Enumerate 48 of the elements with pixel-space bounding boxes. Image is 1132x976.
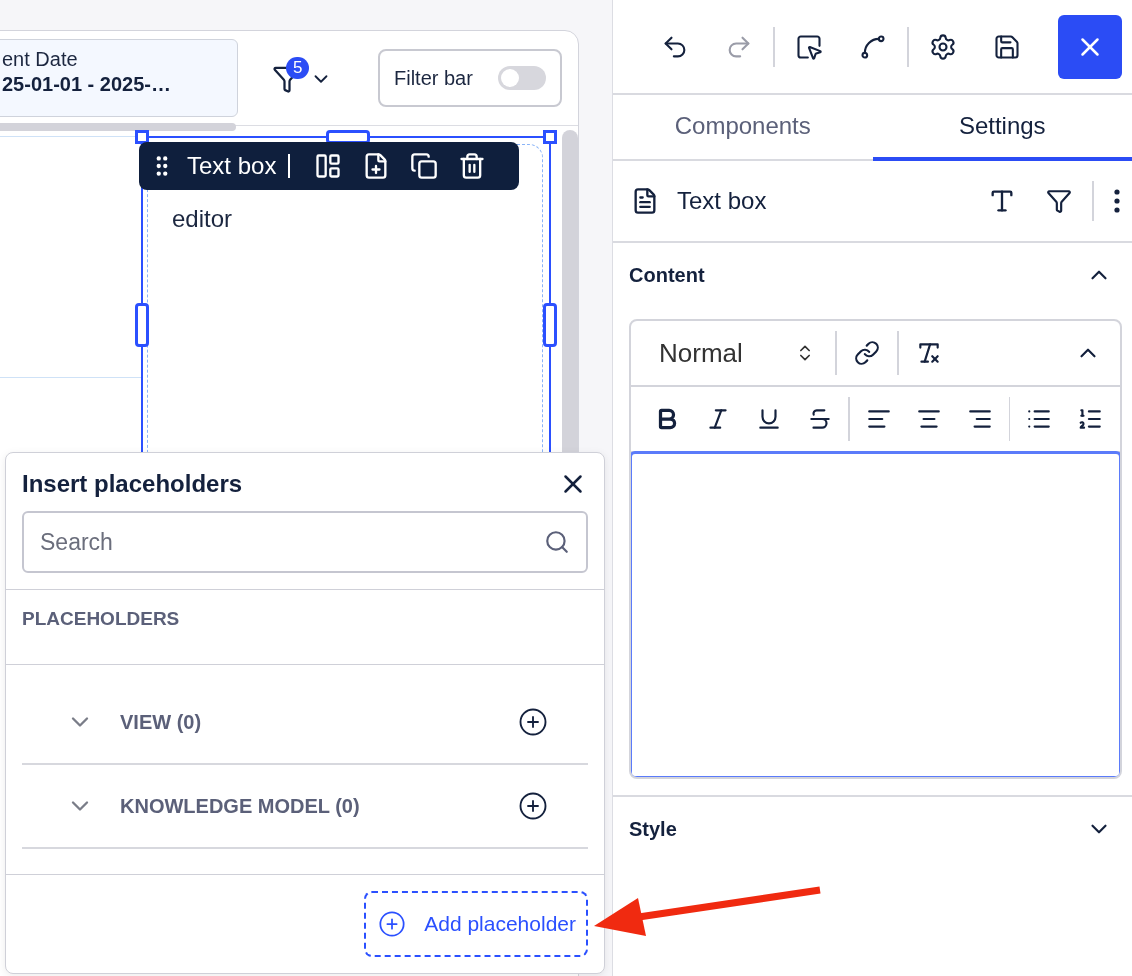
text-input-area[interactable] xyxy=(631,451,1120,777)
panel-tab[interactable]: Components xyxy=(613,95,873,161)
add-circle-button[interactable] xyxy=(518,707,548,737)
count-badge: 5 xyxy=(286,57,310,79)
search-field[interactable]: Search xyxy=(22,511,588,573)
filter-bar-label: Filter bar xyxy=(394,66,473,90)
add-placeholder-button[interactable]: Add placeholder xyxy=(364,891,588,957)
filter-button[interactable] xyxy=(1046,188,1072,214)
resize-handle[interactable] xyxy=(135,130,149,144)
format-select[interactable]: Normal xyxy=(645,331,829,375)
date-filter[interactable]: ent Date 25-01-01 - 2025-… xyxy=(0,39,238,117)
add-circle-button[interactable] xyxy=(518,791,548,821)
component-title: Text box xyxy=(677,187,768,215)
toggle-switch[interactable] xyxy=(498,66,546,90)
cursor-screen-icon xyxy=(795,32,823,61)
section-title[interactable]: Content xyxy=(629,263,705,287)
search-icon xyxy=(544,529,570,555)
link-icon xyxy=(854,340,880,366)
panel-tab[interactable]: Settings xyxy=(872,95,1132,161)
plus-circle-icon xyxy=(378,910,407,938)
resize-handle[interactable] xyxy=(543,130,557,144)
curve-icon xyxy=(859,32,887,61)
group-label[interactable]: KNOWLEDGE MODEL (0) xyxy=(120,794,492,818)
copy-icon xyxy=(410,152,439,180)
filter-button[interactable]: 5 xyxy=(272,59,332,99)
resize-handle[interactable] xyxy=(543,303,557,347)
date-filter-label: ent Date xyxy=(2,48,79,71)
save-icon xyxy=(993,32,1021,61)
group-label[interactable]: VIEW (0) xyxy=(120,710,492,734)
section-label: PLACEHOLDERS xyxy=(22,608,180,629)
resize-handle[interactable] xyxy=(135,303,149,347)
text-box-text: editor xyxy=(172,205,233,232)
copy-button[interactable] xyxy=(410,152,439,180)
dialog-title: Insert placeholders xyxy=(22,470,243,498)
horizontal-scrollbar[interactable] xyxy=(0,123,236,131)
settings-icon xyxy=(929,32,957,61)
add-layout-button[interactable] xyxy=(314,152,343,180)
more-button[interactable] xyxy=(1114,189,1120,213)
close-button[interactable] xyxy=(1058,14,1122,79)
more-icon xyxy=(1114,189,1120,213)
layout-plus-icon xyxy=(314,152,343,180)
section-title[interactable]: Style xyxy=(629,817,677,841)
date-filter-value: 25-01-01 - 2025-… xyxy=(2,73,172,96)
plus-circle-icon xyxy=(518,707,548,737)
funnel-icon xyxy=(1046,188,1072,214)
clear-format-icon xyxy=(916,340,942,366)
component-toolbar-title: Text box xyxy=(187,152,277,180)
plus-circle-icon xyxy=(518,791,548,821)
